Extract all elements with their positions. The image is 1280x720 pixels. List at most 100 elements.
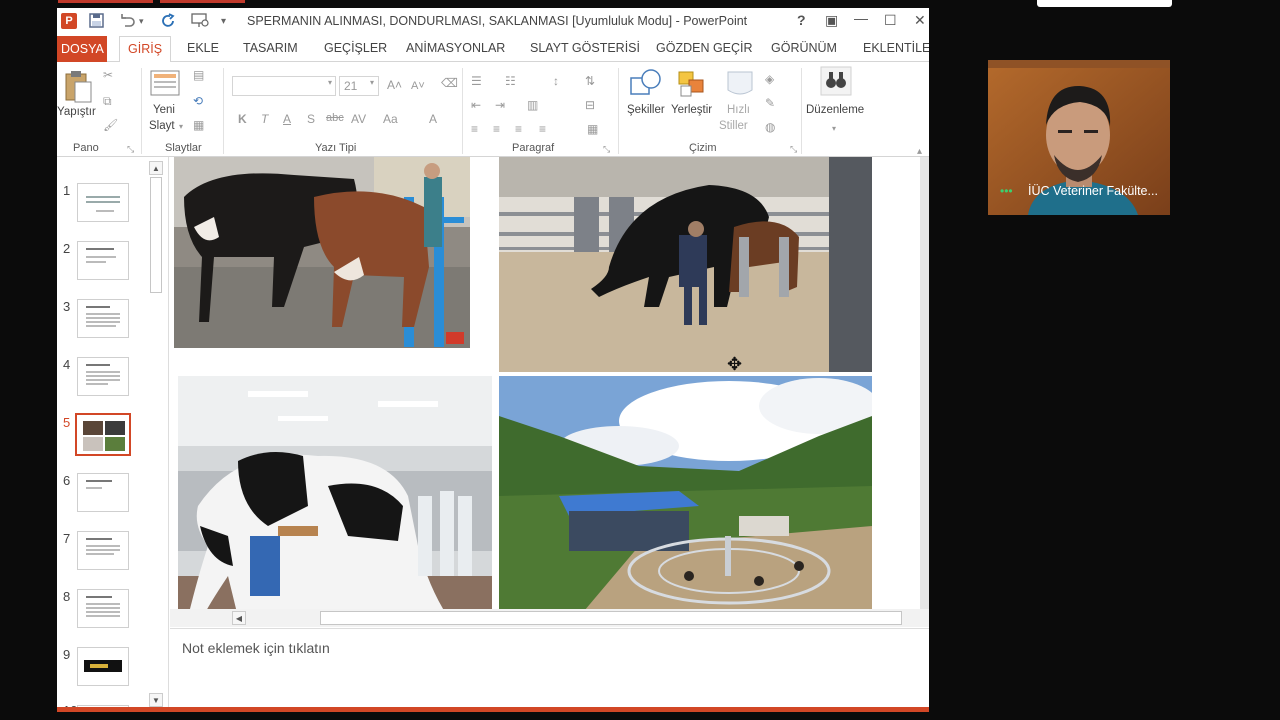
notes-placeholder[interactable]: Not eklemek için tıklatın (182, 640, 330, 656)
slide-horizontal-scrollbar[interactable]: ◀ ▶ (170, 609, 929, 627)
shape-outline-icon[interactable]: ✎ (765, 96, 775, 110)
ribbon-display-options-button[interactable]: ▣ (825, 12, 838, 29)
slide-thumbnail-selected[interactable] (75, 413, 131, 456)
photo-holstein-collection[interactable] (178, 376, 492, 617)
tab-gorunum[interactable]: GÖRÜNÜM (771, 41, 837, 55)
numbering-icon[interactable]: ☷ (505, 74, 516, 88)
align-left-icon[interactable]: ≡ (471, 122, 478, 136)
slide-thumbnail[interactable] (77, 647, 129, 686)
line-spacing-icon[interactable]: ↕ (553, 74, 559, 88)
slide-thumbnail[interactable] (77, 299, 129, 338)
new-slide-icon[interactable] (150, 68, 182, 103)
tab-gecisler[interactable]: GEÇİŞLER (324, 41, 387, 55)
font-size-dropdown-icon[interactable]: ▾ (370, 78, 374, 87)
shape-effects-icon[interactable]: ◍ (765, 120, 775, 134)
photo-bull-mounting[interactable] (499, 157, 872, 372)
smartart-icon[interactable]: ▦ (587, 122, 598, 136)
help-button[interactable]: ? (797, 12, 806, 28)
tab-giris[interactable]: GİRİŞ (119, 36, 172, 63)
meeting-toolbar[interactable] (1037, 0, 1172, 7)
shapes-button[interactable]: Şekiller (627, 104, 665, 116)
cut-icon[interactable]: ✂ (103, 68, 113, 82)
editing-button[interactable]: Düzenleme (806, 104, 864, 116)
collapse-ribbon-icon[interactable]: ▴ (917, 146, 922, 157)
binoculars-icon[interactable] (820, 66, 852, 101)
present-icon[interactable] (191, 13, 209, 31)
scroll-down-arrow-icon[interactable]: ▼ (149, 693, 163, 707)
new-slide-label-2[interactable]: Slayt (149, 120, 175, 132)
quick-styles-icon[interactable] (724, 68, 756, 105)
font-name-dropdown[interactable] (232, 76, 336, 96)
align-right-icon[interactable]: ≡ (515, 122, 522, 136)
grow-font-button[interactable]: A˄ (387, 78, 402, 92)
text-direction-icon[interactable]: ⇅ (585, 74, 595, 88)
close-button[interactable]: ✕ (914, 12, 926, 29)
change-case-button[interactable]: Aa (383, 112, 398, 126)
increase-indent-icon[interactable]: ⇥ (495, 98, 505, 112)
shapes-icon[interactable] (629, 68, 663, 105)
slide-thumbnail[interactable] (77, 473, 129, 512)
decrease-indent-icon[interactable]: ⇤ (471, 98, 481, 112)
paragraf-launcher-icon[interactable]: ⤡ (603, 144, 610, 155)
slide-thumbnail[interactable] (77, 183, 129, 222)
slide-thumbnail[interactable] (77, 357, 129, 396)
participant-video[interactable]: ••• İÜC Veteriner Fakülte... (988, 60, 1170, 215)
font-color-button[interactable]: A (429, 112, 437, 126)
underline-button[interactable]: A (283, 112, 291, 126)
tab-animasyonlar[interactable]: ANİMASYONLAR (406, 41, 505, 55)
arrange-icon[interactable] (677, 68, 707, 105)
columns-icon[interactable]: ▥ (527, 98, 538, 112)
shrink-font-button[interactable]: A˅ (411, 80, 425, 92)
reset-icon[interactable]: ⟲ (193, 94, 203, 108)
save-icon[interactable] (89, 13, 104, 31)
format-painter-icon[interactable]: 🖌 (103, 118, 118, 132)
horizontal-scroll-thumb[interactable] (320, 611, 902, 625)
italic-button[interactable]: T (261, 112, 268, 126)
layout-icon[interactable]: ▤ (193, 68, 204, 82)
tab-dosya[interactable]: DOSYA (57, 36, 107, 62)
pano-launcher-icon[interactable]: ⤡ (127, 144, 134, 155)
photo-cows-barn[interactable] (174, 157, 470, 348)
shape-fill-icon[interactable]: ◈ (765, 72, 774, 86)
strikethrough-button[interactable]: abc (326, 112, 344, 124)
section-icon[interactable]: ▦ (193, 118, 204, 132)
paste-icon[interactable] (63, 70, 93, 109)
align-center-icon[interactable]: ≡ (493, 122, 500, 136)
paste-button[interactable]: Yapıştır (57, 106, 96, 118)
minimize-button[interactable]: — (854, 10, 868, 26)
maximize-button[interactable]: ☐ (884, 12, 897, 29)
quick-styles-label-2[interactable]: Stiller (719, 120, 748, 132)
tab-slayt-gosterisi[interactable]: SLAYT GÖSTERİSİ (530, 41, 640, 55)
bullets-icon[interactable]: ☰ (471, 74, 482, 88)
clear-format-icon[interactable]: ⌫ (441, 76, 458, 90)
char-spacing-button[interactable]: AV (351, 112, 366, 126)
editing-dropdown-icon[interactable]: ▾ (832, 124, 836, 133)
scroll-up-arrow-icon[interactable]: ▲ (149, 161, 163, 175)
tab-eklentiler[interactable]: EKLENTİLER (863, 41, 929, 55)
thumbnail-scroll-thumb[interactable] (150, 177, 162, 293)
tab-gozden-gecir[interactable]: GÖZDEN GEÇİR (656, 41, 753, 55)
scroll-left-arrow-icon[interactable]: ◀ (232, 611, 246, 625)
slide-thumbnail[interactable] (77, 589, 129, 628)
font-name-dropdown-icon[interactable]: ▾ (328, 78, 332, 87)
slide-thumbnail[interactable] (77, 531, 129, 570)
arrange-button[interactable]: Yerleştir (671, 104, 712, 116)
new-slide-dropdown-icon[interactable]: ▾ (179, 122, 183, 131)
justify-icon[interactable]: ≡ (539, 122, 546, 136)
tab-ekle[interactable]: EKLE (187, 41, 219, 55)
slide-editing-area[interactable]: ✥ ▲ (170, 157, 929, 617)
photo-farm-landscape[interactable] (499, 376, 872, 617)
slide[interactable]: ✥ (170, 157, 920, 617)
slide-thumbnail[interactable] (77, 241, 129, 280)
quick-styles-label-1[interactable]: Hızlı (727, 104, 750, 116)
customize-qat-icon[interactable]: ▾ (221, 16, 226, 27)
cizim-launcher-icon[interactable]: ⤡ (790, 144, 797, 155)
notes-pane[interactable]: Not eklemek için tıklatın (170, 628, 929, 712)
bold-button[interactable]: K (238, 112, 247, 126)
undo-icon[interactable] (119, 13, 135, 30)
align-text-icon[interactable]: ⊟ (585, 98, 595, 112)
redo-icon[interactable] (161, 13, 177, 32)
tab-tasarim[interactable]: TASARIM (243, 41, 298, 55)
shadow-button[interactable]: S (307, 112, 315, 126)
thumbnail-scrollbar[interactable]: ▲ ▼ (149, 161, 163, 707)
